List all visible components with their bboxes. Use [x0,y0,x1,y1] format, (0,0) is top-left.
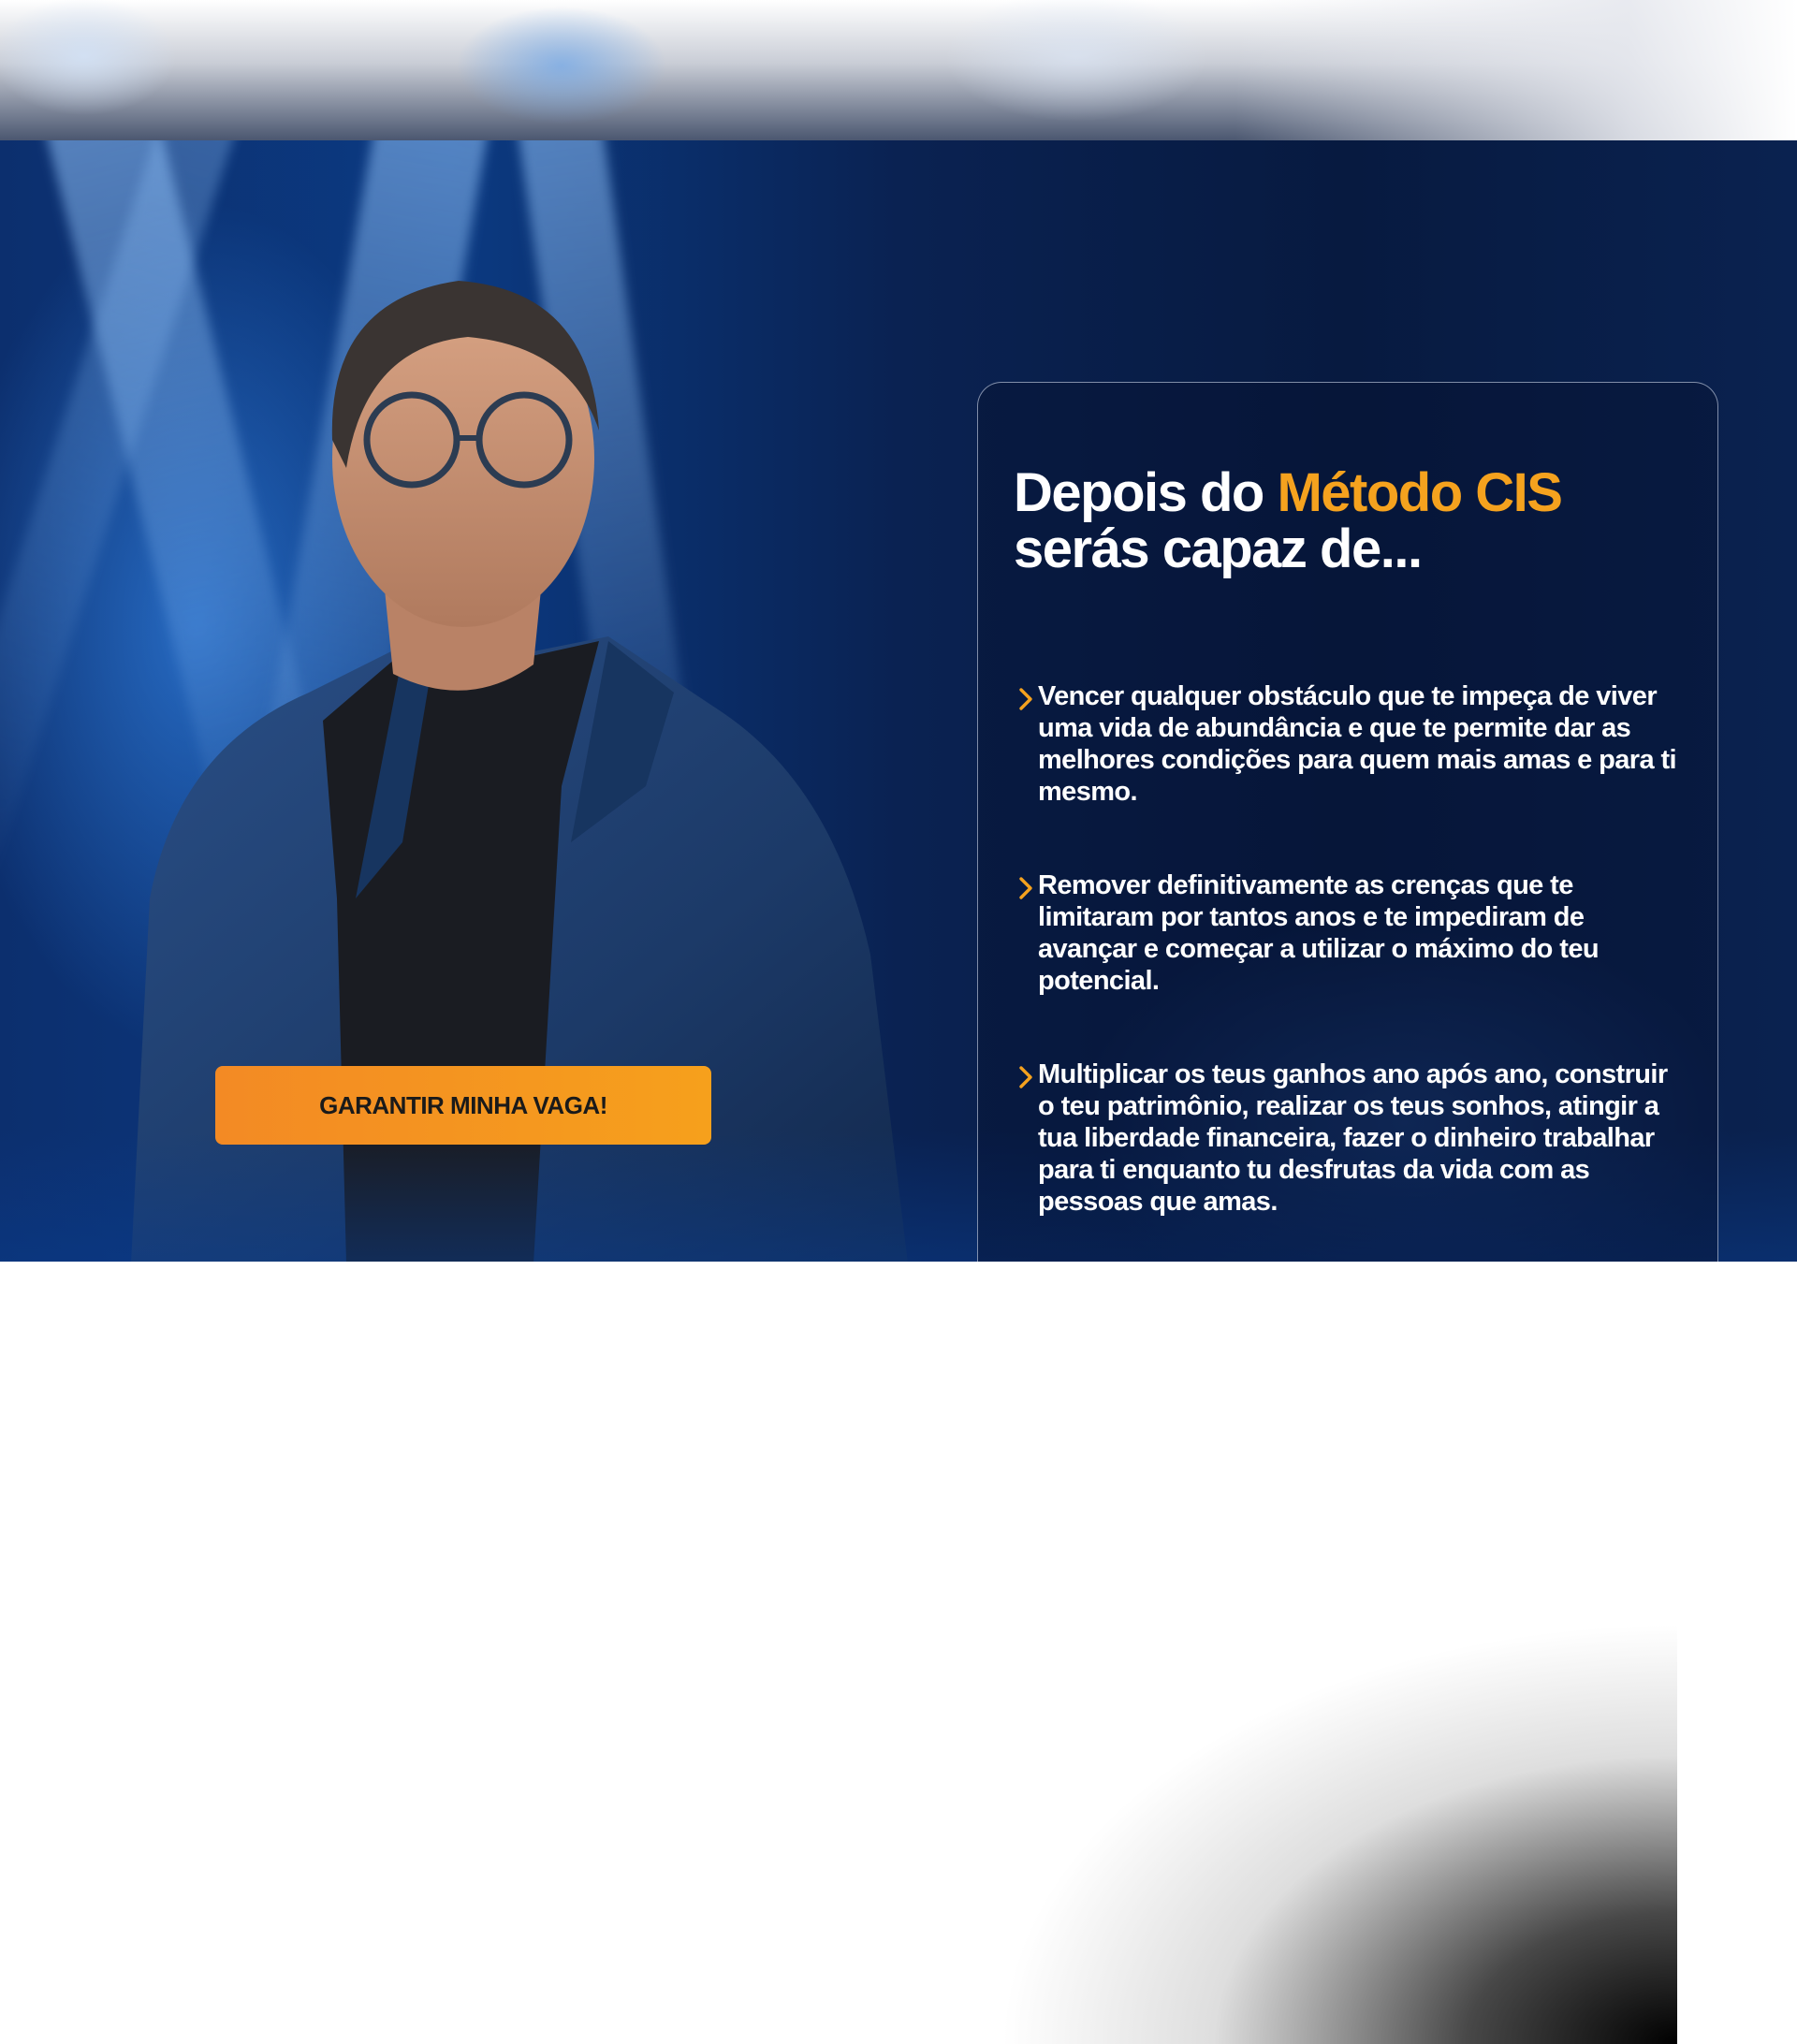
chevron-right-icon [1019,877,1032,899]
lower-section [0,1262,1797,2044]
title-accent: Método CIS [1277,462,1562,523]
benefit-text: Multiplicar os teus ganhos ano após ano,… [1038,1059,1668,1217]
benefit-item: Vencer qualquer obstáculo que te impeça … [1014,680,1697,808]
benefit-text: Vencer qualquer obstáculo que te impeça … [1038,681,1677,807]
benefit-item: Remover definitivamente as crenças que t… [1014,869,1697,997]
chevron-right-icon [1019,1066,1032,1088]
chevron-right-icon [1019,688,1032,710]
benefit-text: Remover definitivamente as crenças que t… [1038,870,1600,996]
title-part1: Depois do [1014,462,1278,523]
top-banner-fade [1235,0,1797,140]
card-title: Depois do Método CIS serás capaz de... [1014,465,1687,577]
lower-right-edge [1677,1262,1797,2044]
lower-shadow-gradient [835,1262,1677,2044]
title-part2: serás capaz de... [1014,518,1423,579]
cta-garantir-vaga-button[interactable]: GARANTIR MINHA VAGA! [215,1066,711,1145]
benefits-card: Depois do Método CIS serás capaz de... V… [977,382,1718,1262]
top-stage-banner [0,0,1797,140]
benefit-item: Multiplicar os teus ganhos ano após ano,… [1014,1058,1697,1218]
